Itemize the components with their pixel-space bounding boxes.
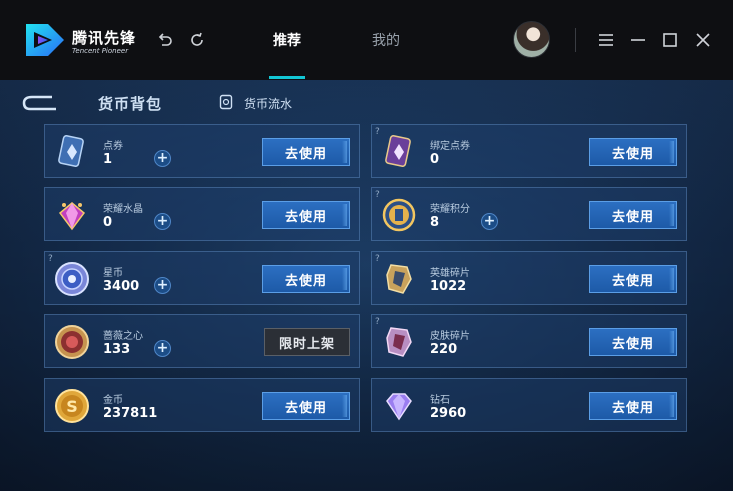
add-coupon-plus-icon[interactable]: + bbox=[154, 150, 171, 167]
star-coin-icon bbox=[53, 260, 91, 298]
currency-name: 皮肤碎片 bbox=[430, 331, 470, 342]
tab-recommend[interactable]: 推荐 bbox=[273, 30, 301, 50]
currency-value: 8 bbox=[430, 215, 440, 230]
currency-name: 英雄碎片 bbox=[430, 268, 470, 279]
currency-card-coupon: 点券 1 + 去使用 bbox=[44, 124, 360, 178]
currency-card-rose-heart: 蔷薇之心 133 + 限时上架 bbox=[44, 314, 360, 368]
currency-name: 绑定点券 bbox=[430, 141, 470, 152]
currency-card-bound-coupon: ? 绑定点券 0 去使用 bbox=[371, 124, 687, 178]
currency-name: 点券 bbox=[103, 141, 123, 152]
close-icon[interactable] bbox=[694, 31, 712, 49]
undo-icon[interactable] bbox=[156, 31, 174, 49]
rose-heart-icon bbox=[53, 323, 91, 361]
currency-flow-link[interactable]: 货币流水 bbox=[244, 95, 292, 112]
use-bound-coupon-button[interactable]: 去使用 bbox=[589, 138, 677, 166]
page-title: 货币背包 bbox=[98, 95, 163, 113]
minimize-icon[interactable] bbox=[629, 31, 647, 49]
currency-card-skin-fragment: ? 皮肤碎片 220 去使用 bbox=[371, 314, 687, 368]
bound-coupon-icon bbox=[380, 133, 418, 171]
currency-card-star-coin: ? 星币 3400 + 去使用 bbox=[44, 251, 360, 305]
tab-mine[interactable]: 我的 bbox=[372, 30, 400, 50]
add-rose-heart-plus-icon[interactable]: + bbox=[154, 340, 171, 357]
refresh-icon[interactable] bbox=[188, 31, 206, 49]
brand-name-en: Tencent Pioneer bbox=[72, 47, 129, 55]
menu-icon[interactable] bbox=[597, 31, 615, 49]
back-icon[interactable] bbox=[22, 95, 58, 115]
currency-value: 1022 bbox=[430, 279, 467, 294]
currency-name: 荣耀水晶 bbox=[103, 204, 143, 215]
brand-name-cn: 腾讯先锋 bbox=[72, 29, 137, 47]
add-honor-points-plus-icon[interactable]: + bbox=[481, 213, 498, 230]
use-honor-points-button[interactable]: 去使用 bbox=[589, 201, 677, 229]
title-divider bbox=[575, 28, 576, 52]
currency-value: 220 bbox=[430, 342, 458, 357]
currency-card-honor-points: ? 荣耀积分 8 + 去使用 bbox=[371, 187, 687, 241]
coupon-icon bbox=[53, 133, 91, 171]
brand-name: 腾讯先锋 Tencent Pioneer bbox=[72, 30, 136, 55]
crystal-icon bbox=[53, 196, 91, 234]
diamond-icon bbox=[380, 387, 418, 425]
currency-name: 钻石 bbox=[430, 395, 450, 406]
use-skin-fragment-button[interactable]: 去使用 bbox=[589, 328, 677, 356]
currency-value: 2960 bbox=[430, 406, 467, 421]
currency-value: 0 bbox=[103, 215, 113, 230]
currency-value: 237811 bbox=[103, 406, 158, 421]
currency-value: 3400 bbox=[103, 279, 140, 294]
use-gold-coin-button[interactable]: 去使用 bbox=[262, 392, 350, 420]
skin-fragment-icon bbox=[380, 323, 418, 361]
active-tab-indicator bbox=[269, 76, 305, 79]
add-star-coin-plus-icon[interactable]: + bbox=[154, 277, 171, 294]
gold-coin-icon: S bbox=[53, 387, 91, 425]
use-star-coin-button[interactable]: 去使用 bbox=[262, 265, 350, 293]
currency-value: 1 bbox=[103, 152, 113, 167]
use-hero-fragment-button[interactable]: 去使用 bbox=[589, 265, 677, 293]
tencent-pioneer-logo-icon bbox=[24, 22, 66, 58]
maximize-icon[interactable] bbox=[661, 31, 679, 49]
currency-card-hero-fragment: ? 英雄碎片 1022 去使用 bbox=[371, 251, 687, 305]
title-bar: 腾讯先锋 Tencent Pioneer 推荐 我的 bbox=[0, 0, 733, 80]
avatar[interactable] bbox=[513, 21, 550, 58]
currency-backpack-panel: 货币背包 货币流水 点券 1 + 去使用 ? 绑定点券 0 去使用 荣耀水晶 0… bbox=[0, 80, 733, 491]
svg-text:S: S bbox=[66, 397, 78, 416]
add-crystal-plus-icon[interactable]: + bbox=[154, 213, 171, 230]
currency-card-crystal: 荣耀水晶 0 + 去使用 bbox=[44, 187, 360, 241]
currency-flow-icon[interactable] bbox=[219, 94, 233, 114]
currency-name: 星币 bbox=[103, 268, 123, 279]
currency-name: 荣耀积分 bbox=[430, 204, 470, 215]
limited-time-button[interactable]: 限时上架 bbox=[264, 328, 350, 356]
use-crystal-button[interactable]: 去使用 bbox=[262, 201, 350, 229]
currency-name: 蔷薇之心 bbox=[103, 331, 143, 342]
honor-points-icon bbox=[380, 196, 418, 234]
use-coupon-button[interactable]: 去使用 bbox=[262, 138, 350, 166]
currency-card-gold-coin: S 金币 237811 去使用 bbox=[44, 378, 360, 432]
use-diamond-button[interactable]: 去使用 bbox=[589, 392, 677, 420]
currency-card-diamond: 钻石 2960 去使用 bbox=[371, 378, 687, 432]
currency-value: 0 bbox=[430, 152, 440, 167]
hero-fragment-icon bbox=[380, 260, 418, 298]
currency-name: 金币 bbox=[103, 395, 123, 406]
currency-value: 133 bbox=[103, 342, 131, 357]
